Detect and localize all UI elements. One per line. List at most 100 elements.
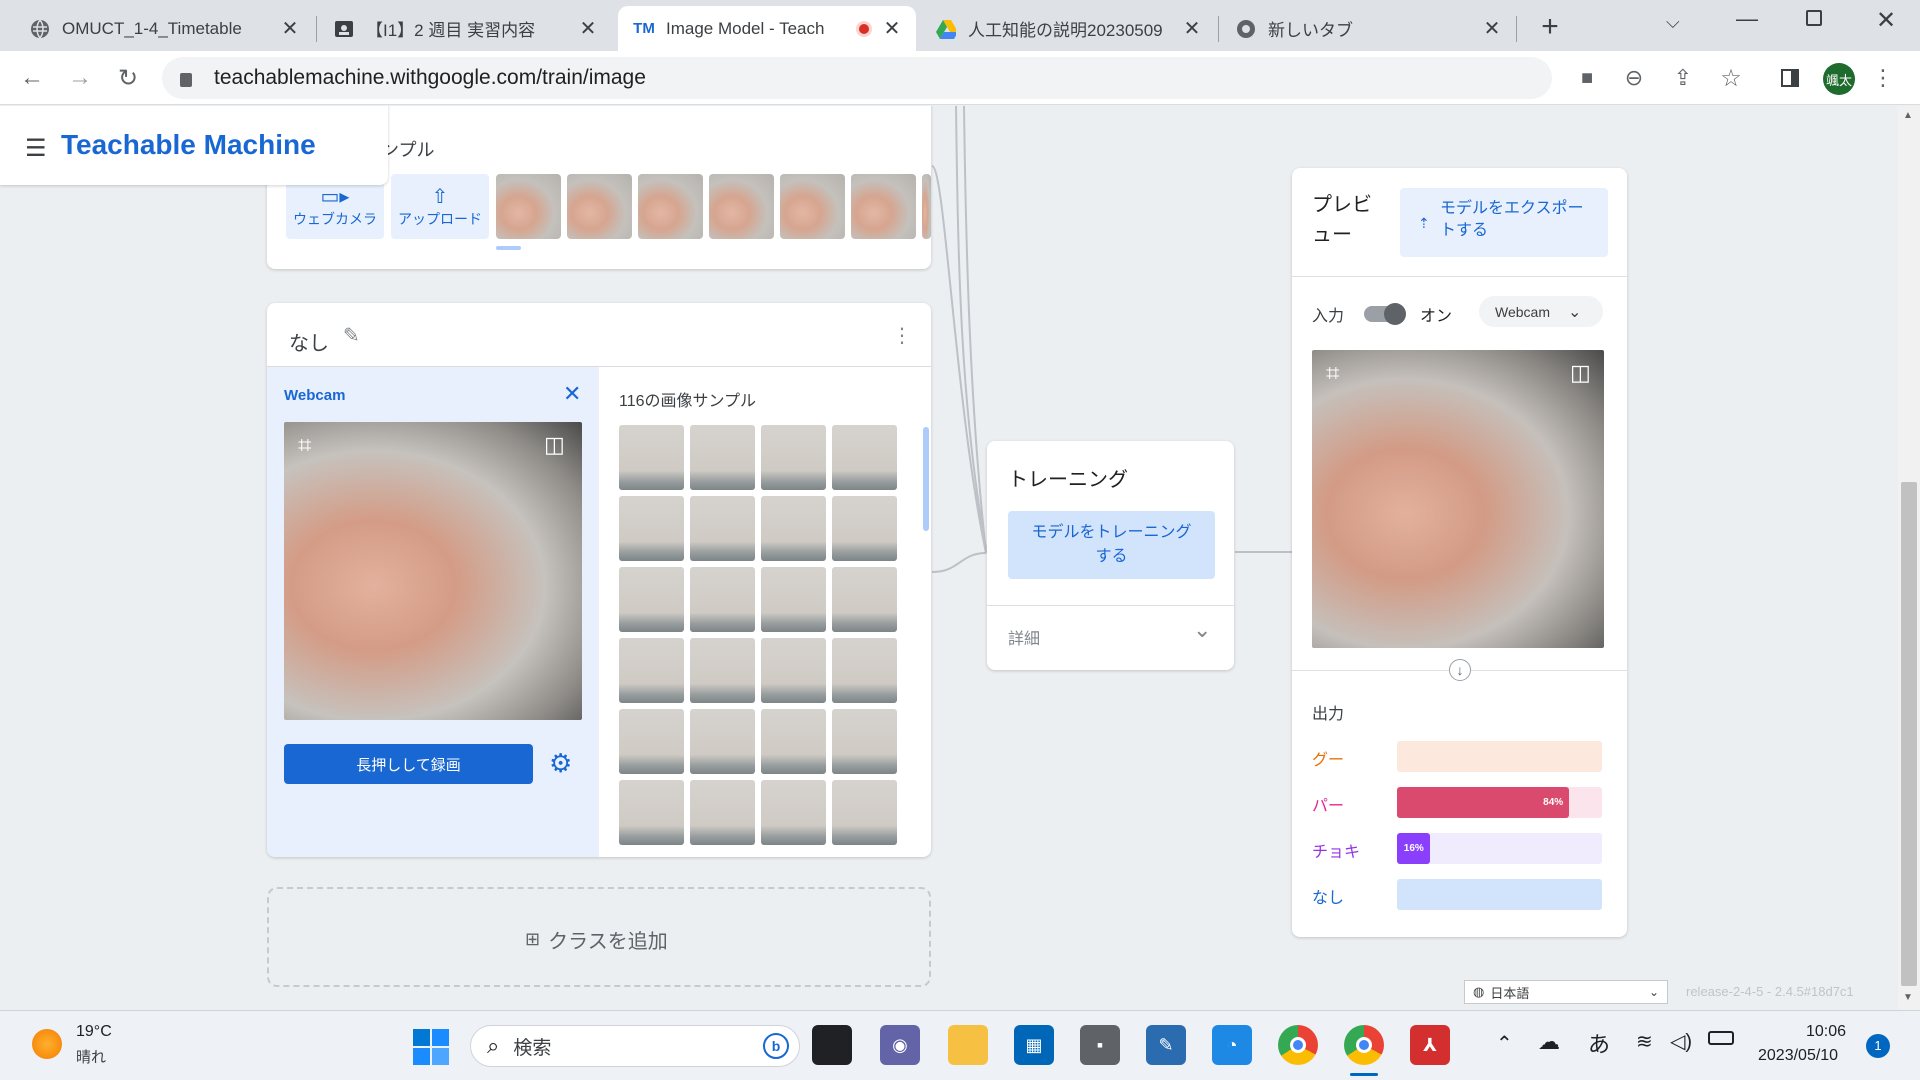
- class-name[interactable]: なし: [289, 327, 329, 356]
- reload-icon[interactable]: ↻: [111, 61, 145, 95]
- browser-tab-drive[interactable]: 人工知能の説明20230509 ✕: [920, 6, 1216, 51]
- edit-pencil-icon[interactable]: ✎: [343, 323, 360, 348]
- acrobat-icon[interactable]: ⅄: [1410, 1025, 1450, 1065]
- sample-thumbnail: [922, 174, 931, 239]
- minimize-icon[interactable]: —: [1736, 6, 1758, 32]
- output-confidence-bar: [1397, 741, 1602, 772]
- chrome-profile-taskbar-icon[interactable]: [1344, 1025, 1384, 1065]
- weather-text[interactable]: 晴れ: [76, 1046, 106, 1067]
- clock-time[interactable]: 10:06: [1806, 1023, 1846, 1041]
- close-icon[interactable]: ✕: [880, 16, 904, 41]
- app-icon-3[interactable]: ◔: [1212, 1025, 1252, 1065]
- notification-badge[interactable]: 1: [1866, 1034, 1890, 1058]
- sample-thumbnail: [496, 174, 561, 239]
- output-confidence-bar: [1397, 879, 1602, 910]
- more-menu-icon[interactable]: ⋮: [1866, 61, 1900, 95]
- close-icon[interactable]: ✕: [576, 16, 600, 41]
- samples-scrollbar[interactable]: [923, 427, 929, 531]
- output-confidence-fill: 16%: [1397, 833, 1430, 864]
- task-view-icon[interactable]: [812, 1025, 852, 1065]
- export-model-button[interactable]: ⇡ モデルをエクスポートする: [1400, 188, 1608, 257]
- train-model-button[interactable]: モデルをトレーニングする: [1008, 511, 1215, 579]
- wifi-icon[interactable]: ≋: [1636, 1029, 1653, 1054]
- restore-icon[interactable]: [1806, 10, 1822, 26]
- active-app-indicator: [1350, 1073, 1378, 1076]
- more-vert-icon[interactable]: ⋮: [892, 323, 912, 348]
- samples-grid: [619, 425, 909, 857]
- recording-icon: [856, 20, 872, 37]
- upload-button[interactable]: ⇧ アップロード: [391, 174, 489, 239]
- weather-sun-icon[interactable]: [32, 1029, 62, 1059]
- zoom-icon[interactable]: ⊖: [1617, 61, 1651, 95]
- weather-temp[interactable]: 19°C: [76, 1023, 112, 1041]
- app-icon[interactable]: ▪: [1080, 1025, 1120, 1065]
- taskbar: 19°C 晴れ ⌕ 検索 b ◉ ▦ ▪ ✎ ◔ ⅄ ⌃ ☁ あ ≋ ◁) 10…: [0, 1010, 1920, 1080]
- flip-icon[interactable]: ◫: [1570, 360, 1591, 386]
- video-camera-icon: ▭▸: [320, 186, 350, 208]
- output-class-label: パー: [1312, 798, 1345, 815]
- app-title[interactable]: Teachable Machine: [61, 129, 316, 161]
- windows-start-icon[interactable]: [413, 1029, 449, 1065]
- share-icon[interactable]: ⇪: [1666, 61, 1700, 95]
- input-toggle[interactable]: [1364, 303, 1406, 325]
- tab-search-icon[interactable]: ⌵: [1666, 12, 1680, 33]
- search-icon: ⌕: [487, 1033, 500, 1058]
- clock-date[interactable]: 2023/05/10: [1758, 1047, 1838, 1065]
- thumbnail-scrollbar[interactable]: [496, 246, 521, 250]
- hold-to-record-button[interactable]: 長押しして録画: [284, 744, 533, 784]
- chrome-taskbar-icon[interactable]: [1278, 1025, 1318, 1065]
- training-details-label[interactable]: 詳細: [1008, 625, 1040, 649]
- close-webcam-icon[interactable]: ✕: [563, 381, 581, 407]
- onedrive-cloud-icon[interactable]: ☁: [1538, 1029, 1560, 1055]
- app-icon-2[interactable]: ✎: [1146, 1025, 1186, 1065]
- close-window-icon[interactable]: ✕: [1876, 6, 1896, 35]
- tab-title: 【I1】2 週目 実習内容: [366, 21, 536, 40]
- sample-thumbnail: [709, 174, 774, 239]
- battery-icon[interactable]: [1708, 1031, 1734, 1045]
- input-source-select[interactable]: Webcam ⌄: [1479, 296, 1603, 327]
- volume-icon[interactable]: ◁): [1670, 1029, 1692, 1054]
- menu-icon[interactable]: ☰: [25, 134, 47, 163]
- address-bar[interactable]: teachablemachine.withgoogle.com/train/im…: [162, 57, 1552, 99]
- browser-tab-timetable[interactable]: OMUCT_1-4_Timetable ✕: [14, 6, 314, 51]
- crop-icon[interactable]: ⌗: [298, 432, 312, 460]
- browser-tab-teachable-machine[interactable]: TM Image Model - Teach ✕: [618, 6, 916, 51]
- close-icon[interactable]: ✕: [1480, 16, 1504, 41]
- close-icon[interactable]: ✕: [278, 16, 302, 41]
- output-class-label: なし: [1312, 890, 1345, 907]
- new-tab-button[interactable]: +: [1532, 10, 1568, 46]
- chevron-down-icon[interactable]: ⌄: [1193, 617, 1211, 643]
- close-icon[interactable]: ✕: [1180, 16, 1204, 41]
- samples-count: 116の画像サンプル: [619, 393, 757, 410]
- bookmark-star-icon[interactable]: ☆: [1714, 61, 1748, 95]
- sample-thumbnail: [780, 174, 845, 239]
- browser-tab-new[interactable]: 新しいタブ ✕: [1220, 6, 1516, 51]
- add-class-area[interactable]: ⊞ クラスを追加: [267, 887, 931, 987]
- upload-icon: ⇡: [1418, 215, 1430, 231]
- flip-icon[interactable]: ◫: [544, 432, 565, 458]
- lock-icon: [180, 73, 192, 87]
- training-title: トレーニング: [1008, 469, 1128, 491]
- file-explorer-icon[interactable]: [948, 1025, 988, 1065]
- side-panel-icon[interactable]: [1773, 61, 1807, 95]
- language-select[interactable]: ◍ 日本語 ⌄: [1464, 980, 1668, 1004]
- back-icon[interactable]: ←: [15, 61, 49, 95]
- chevron-down-icon: ⌄: [1567, 303, 1582, 321]
- camera-icon[interactable]: ■: [1570, 61, 1604, 95]
- chevron-up-icon[interactable]: ⌃: [1496, 1031, 1513, 1056]
- microsoft-store-icon[interactable]: ▦: [1014, 1025, 1054, 1065]
- page-scrollbar[interactable]: ▲ ▼: [1898, 106, 1920, 1010]
- output-class-label: チョキ: [1312, 844, 1361, 861]
- teams-chat-icon[interactable]: ◉: [880, 1025, 920, 1065]
- add-class-label: クラスを追加: [548, 931, 668, 953]
- forward-icon[interactable]: →: [63, 61, 97, 95]
- preview-title: プレビュー: [1312, 194, 1372, 246]
- browser-toolbar: ← → ↻ teachablemachine.withgoogle.com/tr…: [0, 51, 1920, 105]
- settings-gear-icon[interactable]: ⚙: [549, 748, 572, 779]
- bing-icon: b: [763, 1033, 789, 1059]
- taskbar-search[interactable]: ⌕ 検索 b: [470, 1025, 800, 1067]
- profile-avatar[interactable]: 颯太: [1823, 63, 1855, 95]
- ime-indicator[interactable]: あ: [1588, 1027, 1610, 1059]
- crop-icon[interactable]: ⌗: [1326, 360, 1340, 388]
- browser-tab-jisshu[interactable]: 【I1】2 週目 実習内容 ✕: [318, 6, 612, 51]
